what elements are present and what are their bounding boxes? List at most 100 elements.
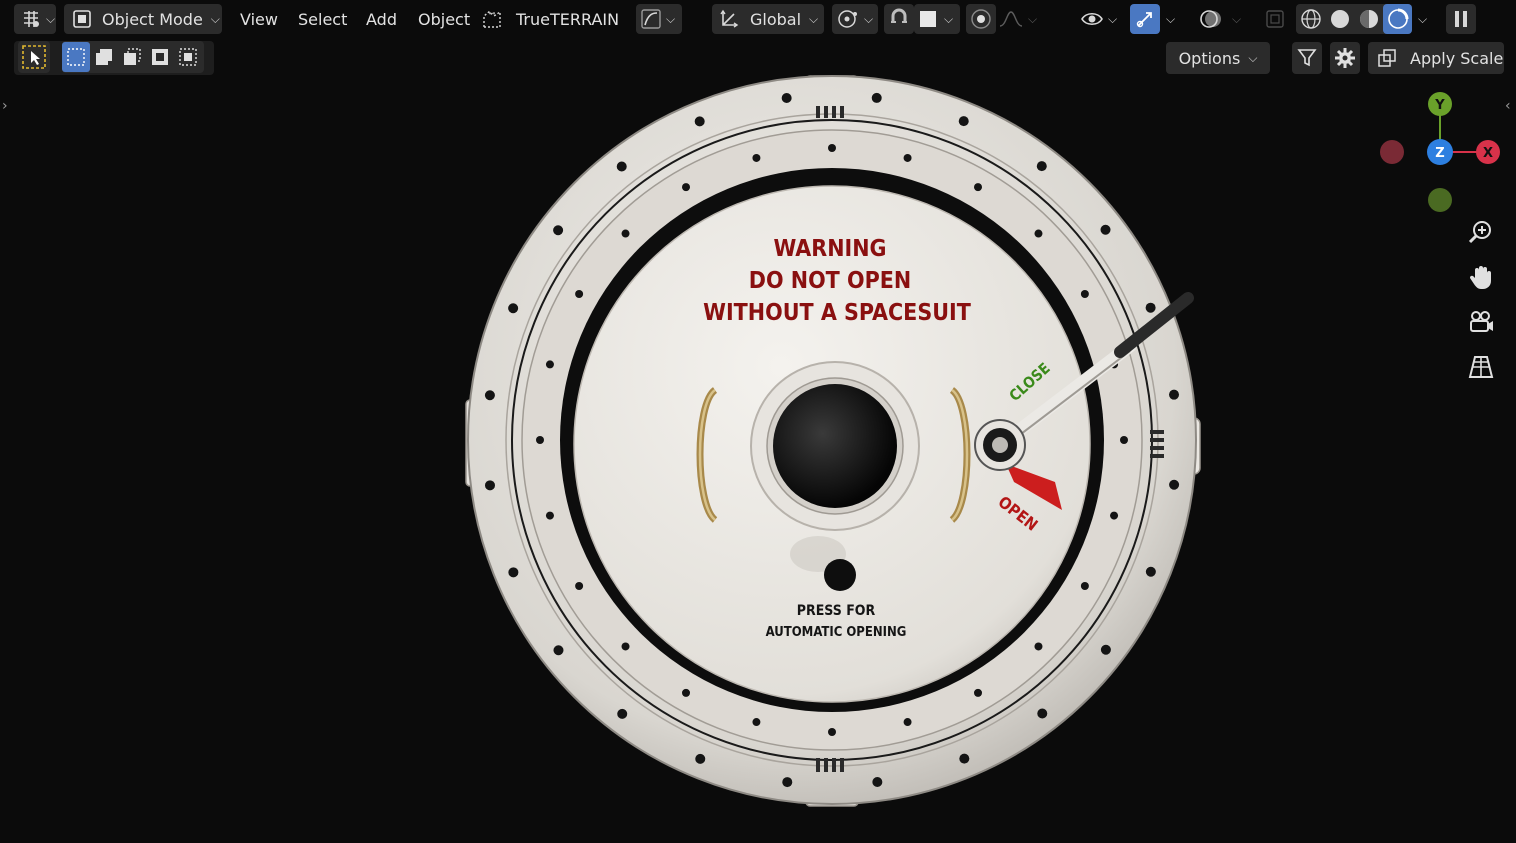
gizmo-neg-x-icon[interactable] xyxy=(1380,140,1404,164)
menu-object[interactable]: Object xyxy=(414,4,474,34)
camera-icon xyxy=(1467,308,1495,336)
bolt xyxy=(616,161,627,172)
bolt xyxy=(695,753,706,764)
xray-toggle[interactable] xyxy=(1260,4,1290,34)
bolt xyxy=(553,645,564,656)
overlay-toggle[interactable] xyxy=(1196,4,1226,34)
chevron-down-icon: ⌵ xyxy=(809,11,819,26)
bolt xyxy=(553,225,564,236)
bolt xyxy=(752,718,761,727)
bolt xyxy=(782,777,793,788)
chevron-down-icon: ⌵ xyxy=(1418,11,1428,26)
bolt xyxy=(1145,302,1156,313)
proportional-editing-toggle[interactable] xyxy=(966,4,996,34)
bolt xyxy=(1120,436,1128,444)
bolt xyxy=(575,582,584,590)
toolbar-expand-arrow[interactable]: › xyxy=(2,98,8,114)
select-invert-icon[interactable] xyxy=(146,46,174,68)
auto-open-button[interactable] xyxy=(824,559,856,591)
bolt xyxy=(508,303,519,314)
bolt xyxy=(872,777,883,788)
bolt xyxy=(1169,389,1180,400)
bolt xyxy=(1100,644,1111,655)
addon-trueterrain-button[interactable]: TrueTERRAIN xyxy=(480,4,619,34)
hand-icon xyxy=(1467,263,1495,291)
falloff-curve-icon xyxy=(998,8,1024,30)
pivot-dropdown[interactable]: ⌵ xyxy=(832,4,878,34)
chevron-down-icon: ⌵ xyxy=(1248,50,1258,65)
orientation-dropdown[interactable]: Global ⌵ xyxy=(712,4,824,34)
wireframe-shading-icon[interactable] xyxy=(1296,8,1325,30)
visibility-dropdown[interactable]: ⌵ xyxy=(1080,4,1124,34)
addon-label: TrueTERRAIN xyxy=(516,9,620,29)
gizmo-toggle[interactable] xyxy=(1130,4,1160,34)
settings-button[interactable] xyxy=(1330,42,1360,74)
bolt xyxy=(958,116,969,127)
gizmo-neg-y-icon[interactable] xyxy=(1428,188,1452,212)
bolt xyxy=(617,708,628,719)
select-tool-button[interactable] xyxy=(18,41,50,73)
selection-mode-group xyxy=(62,41,204,73)
hatch-model[interactable]: WARNING DO NOT OPEN WITHOUT A SPACESUIT … xyxy=(440,64,1240,824)
mode-dropdown[interactable]: Object Mode ⌵ xyxy=(64,4,222,34)
curve-dropdown[interactable]: ⌵ xyxy=(636,4,682,34)
mode-label: Object Mode xyxy=(102,9,203,29)
menu-select[interactable]: Select xyxy=(294,4,351,34)
select-extend-icon[interactable] xyxy=(90,46,118,68)
rendered-shading-icon[interactable] xyxy=(1383,4,1412,34)
orientation-label: Global xyxy=(750,9,802,29)
bolt xyxy=(484,390,495,401)
navigation-gizmo[interactable]: Y X Z xyxy=(1370,86,1510,216)
falloff-dropdown[interactable]: ⌵ xyxy=(998,4,1042,34)
shading-dropdown[interactable]: ⌵ xyxy=(1414,4,1436,34)
gear-icon xyxy=(1334,47,1356,69)
press-line-1: PRESS FOR xyxy=(797,603,876,619)
snap-toggle[interactable] xyxy=(884,4,914,34)
press-line-2: AUTOMATIC OPENING xyxy=(766,625,907,640)
chevron-down-icon: ⌵ xyxy=(864,11,874,26)
pause-render-button[interactable] xyxy=(1446,4,1476,34)
header-bar: ⌵ Object Mode ⌵ View Select Add Object T… xyxy=(0,0,1516,38)
filter-icon xyxy=(1296,47,1318,69)
overlay-icon xyxy=(1199,7,1223,31)
select-new-icon[interactable] xyxy=(62,42,90,72)
camera-view-button[interactable] xyxy=(1464,305,1498,339)
bolt xyxy=(1110,511,1119,520)
shading-mode-group xyxy=(1296,4,1412,34)
select-subtract-icon[interactable] xyxy=(118,46,146,68)
zoom-button[interactable] xyxy=(1464,215,1498,249)
curve-icon xyxy=(640,8,662,30)
gizmo-y-label: Y xyxy=(1434,98,1445,113)
overlay-dropdown[interactable]: ⌵ xyxy=(1228,4,1248,34)
bolt xyxy=(536,436,544,444)
bolt xyxy=(545,511,554,520)
apply-scale-label: Apply Scale xyxy=(1410,48,1504,68)
select-intersect-icon[interactable] xyxy=(174,46,202,68)
transform-orientation-icon xyxy=(718,8,740,30)
editor-type-icon xyxy=(20,9,42,29)
chevron-down-icon: ⌵ xyxy=(1108,11,1118,26)
bolt xyxy=(1034,229,1043,238)
gizmo-x-label: X xyxy=(1483,146,1493,161)
menu-add[interactable]: Add xyxy=(362,4,401,34)
filter-button[interactable] xyxy=(1292,42,1322,74)
editor-type-button[interactable]: ⌵ xyxy=(14,4,56,34)
chevron-down-icon: ⌵ xyxy=(944,11,954,26)
bolt xyxy=(484,480,495,491)
solid-shading-icon[interactable] xyxy=(1325,8,1354,30)
pan-button[interactable] xyxy=(1464,260,1498,294)
ortho-toggle-button[interactable] xyxy=(1464,350,1498,384)
snap-target-dropdown[interactable]: ⌵ xyxy=(914,4,960,34)
bolt xyxy=(682,688,690,697)
bolt xyxy=(1145,566,1156,577)
apply-scale-button[interactable]: Apply Scale xyxy=(1368,42,1504,74)
bolt xyxy=(903,153,912,162)
bolt xyxy=(871,92,882,103)
chevron-down-icon: ⌵ xyxy=(1028,11,1038,26)
material-shading-icon[interactable] xyxy=(1354,8,1383,30)
gizmo-dropdown[interactable]: ⌵ xyxy=(1162,4,1184,34)
bolt xyxy=(575,290,584,298)
chevron-down-icon: ⌵ xyxy=(46,11,56,26)
bolt xyxy=(752,153,761,162)
menu-view[interactable]: View xyxy=(236,4,282,34)
